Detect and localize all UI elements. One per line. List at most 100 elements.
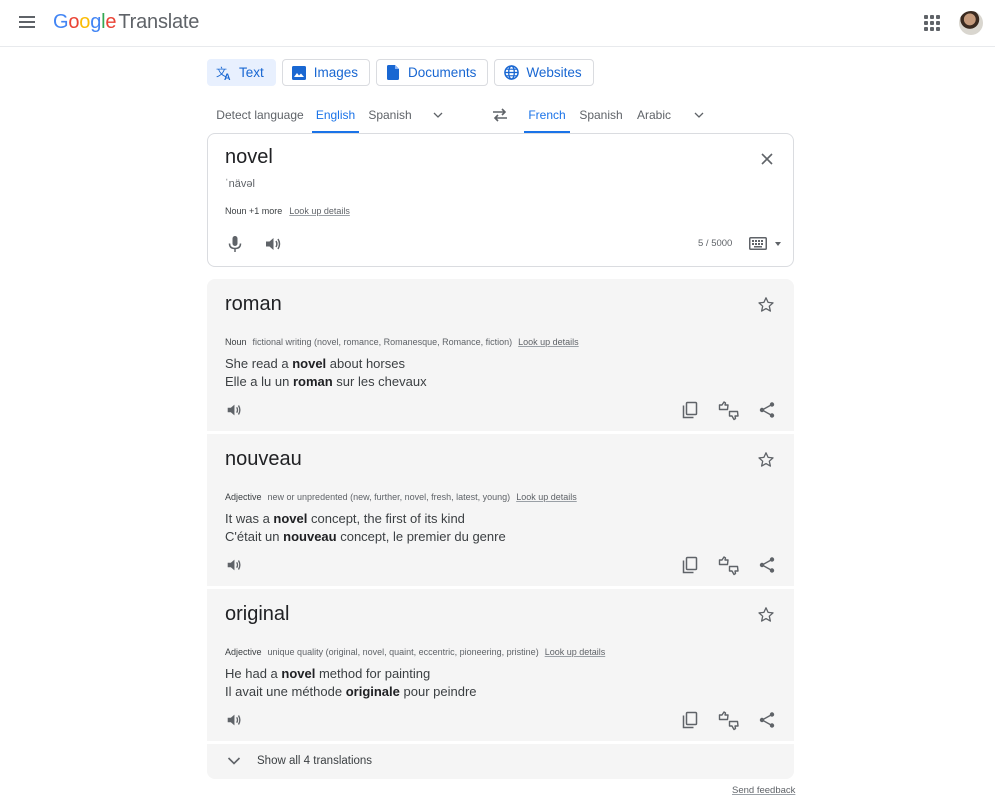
tab-label: Images	[313, 65, 359, 80]
highlighted-term: roman	[292, 374, 333, 389]
example-text: concept, le premier du genre	[336, 529, 506, 544]
input-tools-dropdown-icon[interactable]	[775, 242, 781, 246]
translation-card: roman Noun fictional writing (novel, roma…	[207, 279, 794, 431]
swap-languages-icon[interactable]	[490, 106, 510, 124]
part-of-speech: Adjective	[225, 492, 262, 502]
part-of-speech: Adjective	[225, 647, 262, 657]
example-text: It was a	[225, 511, 274, 526]
example-text: She read a	[225, 356, 293, 371]
example-text: concept, the first of its kind	[307, 511, 465, 526]
part-of-speech: Noun	[225, 337, 247, 347]
source-lang-spanish[interactable]: Spanish	[365, 97, 415, 133]
tab-websites[interactable]: Websites	[494, 59, 594, 86]
star-icon[interactable]	[757, 451, 775, 469]
speaker-icon[interactable]	[263, 234, 283, 254]
tab-text[interactable]: 文A Text	[207, 59, 276, 86]
image-icon	[291, 65, 307, 81]
tab-label: Documents	[408, 65, 477, 80]
app-header: Google Translate	[0, 0, 995, 47]
logo-letter: e	[105, 11, 117, 33]
rate-translation-icon[interactable]	[718, 401, 740, 421]
product-name: Translate	[118, 11, 200, 33]
translation-card: original Adjective unique quality (origin…	[207, 589, 794, 741]
send-feedback-link[interactable]: Send feedback	[732, 785, 795, 796]
rate-translation-icon[interactable]	[718, 711, 740, 731]
source-lang-detect[interactable]: Detect language	[213, 97, 307, 133]
highlighted-term: novel	[292, 356, 327, 371]
definition-gloss: fictional writing (novel, romance, Roman…	[252, 337, 513, 347]
microphone-icon[interactable]	[225, 234, 245, 254]
target-lang-spanish[interactable]: Spanish	[576, 97, 626, 133]
source-text[interactable]: novel	[225, 146, 273, 169]
example-text: pour peindre	[399, 684, 477, 699]
share-icon[interactable]	[758, 401, 776, 419]
speaker-icon[interactable]	[225, 401, 243, 419]
translation-term: roman	[225, 293, 282, 315]
tab-label: Websites	[526, 65, 582, 80]
lookup-details-link[interactable]: Look up details	[545, 647, 606, 657]
globe-icon	[503, 65, 519, 81]
speaker-icon[interactable]	[225, 711, 243, 729]
logo-letter: o	[68, 11, 80, 33]
highlighted-term: nouveau	[283, 529, 337, 544]
lookup-details-link[interactable]: Look up details	[518, 337, 579, 347]
rate-translation-icon[interactable]	[718, 556, 740, 576]
definition-row: Adjective unique quality (original, novel…	[225, 647, 605, 657]
source-lookup-details-link[interactable]: Look up details	[289, 206, 350, 216]
example-text: method for painting	[315, 666, 431, 681]
definition-row: Adjective new or unpredented (new, furthe…	[225, 492, 577, 502]
example-target: Elle a lu un roman sur les chevaux	[225, 374, 427, 389]
translation-results: roman Noun fictional writing (novel, roma…	[207, 279, 794, 744]
google-translate-logo[interactable]: Google Translate	[53, 11, 199, 34]
highlighted-term: novel	[281, 666, 316, 681]
clear-text-icon[interactable]	[757, 149, 777, 169]
logo-letter: g	[90, 11, 102, 33]
tab-images[interactable]: Images	[281, 59, 371, 86]
definition-row: Noun fictional writing (novel, romance, R…	[225, 337, 579, 347]
character-count: 5 / 5000	[698, 238, 733, 249]
language-bar: Detect language English Spanish French S…	[207, 97, 793, 133]
document-icon	[385, 65, 401, 81]
example-source: She read a novel about horses	[225, 356, 405, 371]
apps-grid-icon[interactable]	[921, 12, 943, 34]
source-lang-more-chevron-icon[interactable]	[432, 109, 444, 121]
example-text: sur les chevaux	[332, 374, 427, 389]
target-lang-arabic[interactable]: Arabic	[632, 97, 676, 133]
target-lang-french[interactable]: French	[524, 97, 570, 133]
target-lang-more-chevron-icon[interactable]	[693, 109, 705, 121]
source-pos-row: Noun +1 more Look up details	[225, 206, 350, 216]
transliteration: ˈnävəl	[225, 178, 255, 190]
share-icon[interactable]	[758, 556, 776, 574]
speaker-icon[interactable]	[225, 556, 243, 574]
star-icon[interactable]	[757, 296, 775, 314]
definition-gloss: new or unpredented (new, further, novel,…	[267, 492, 511, 502]
lookup-details-link[interactable]: Look up details	[516, 492, 577, 502]
definition-gloss: unique quality (original, novel, quaint,…	[267, 647, 539, 657]
highlighted-term: originale	[345, 684, 400, 699]
source-input-box[interactable]: novel ˈnävəl Noun +1 more Look up details…	[207, 133, 794, 267]
show-all-translations-button[interactable]: Show all 4 translations	[207, 744, 794, 779]
copy-icon[interactable]	[681, 711, 699, 729]
star-icon[interactable]	[757, 606, 775, 624]
chevron-down-icon	[227, 757, 241, 765]
example-text: C'était un	[225, 529, 284, 544]
tab-documents[interactable]: Documents	[376, 59, 489, 86]
user-avatar[interactable]	[959, 11, 983, 35]
keyboard-icon[interactable]	[749, 237, 767, 250]
translation-card: nouveau Adjective new or unpredented (new…	[207, 434, 794, 586]
hamburger-menu-icon	[19, 16, 35, 18]
source-lang-english[interactable]: English	[312, 97, 359, 133]
example-target: C'était un nouveau concept, le premier d…	[225, 529, 506, 544]
copy-icon[interactable]	[681, 556, 699, 574]
copy-icon[interactable]	[681, 401, 699, 419]
hamburger-menu-icon-bar	[19, 26, 35, 28]
hamburger-menu-icon-bar	[19, 21, 35, 23]
share-icon[interactable]	[758, 711, 776, 729]
example-target: Il avait une méthode originale pour pein…	[225, 684, 477, 699]
translation-term: original	[225, 603, 290, 625]
main-menu-button[interactable]	[14, 9, 40, 35]
example-source: He had a novel method for painting	[225, 666, 430, 681]
example-text: Elle a lu un	[225, 374, 293, 389]
example-source: It was a novel concept, the first of its…	[225, 511, 465, 526]
example-text: about horses	[326, 356, 405, 371]
